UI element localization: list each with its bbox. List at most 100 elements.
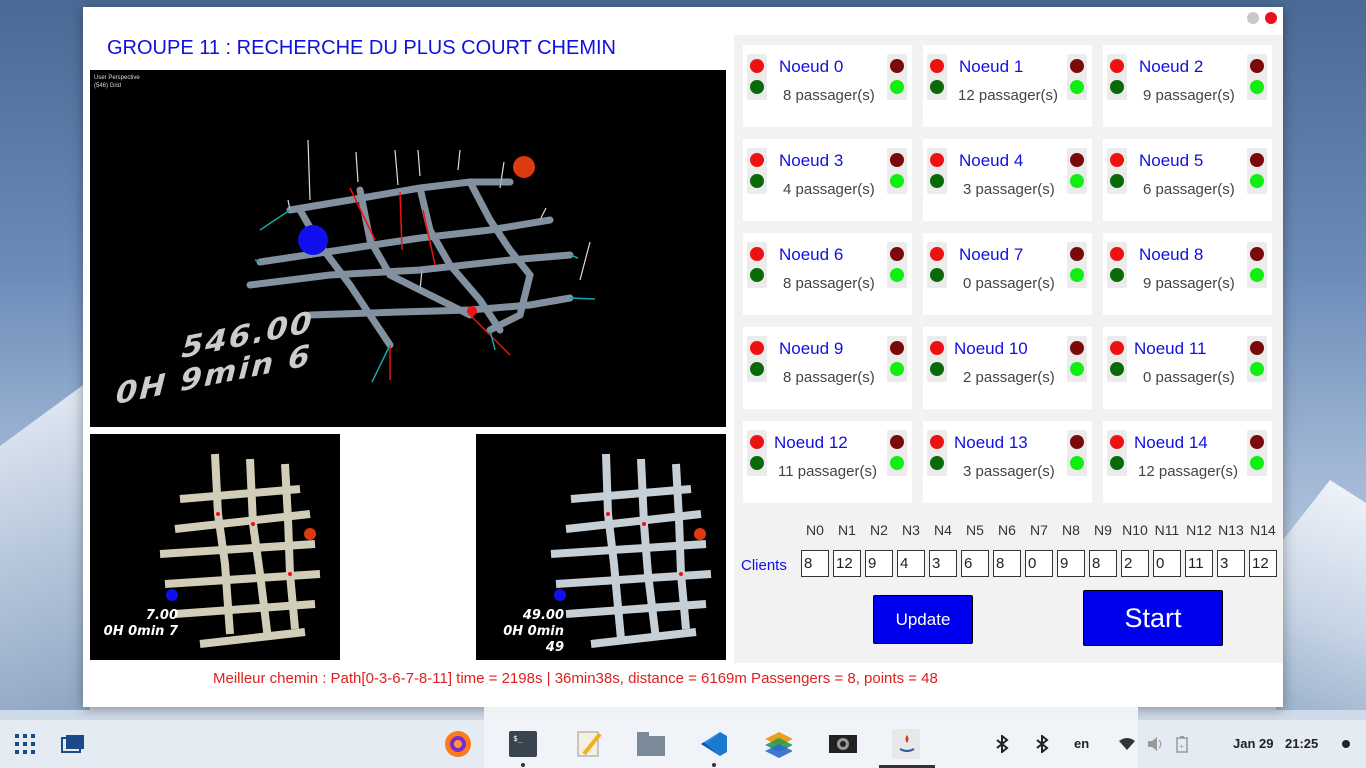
node-passenger-count: 8 passager(s): [783, 87, 875, 104]
right-2d-viewport[interactable]: 49.00 0H 0min 49: [476, 434, 726, 660]
screenshot-icon[interactable]: [829, 730, 857, 758]
volume-icon[interactable]: [1141, 730, 1169, 758]
close-button[interactable]: [1265, 12, 1277, 24]
node-passenger-count: 9 passager(s): [1143, 275, 1235, 292]
client-column-header: N11: [1154, 522, 1180, 538]
green-status-light: [930, 80, 944, 94]
dark-red-status-light: [890, 247, 904, 261]
text-editor-icon[interactable]: [575, 730, 603, 758]
client-count-input[interactable]: [833, 550, 861, 577]
bright-green-status-light: [1250, 80, 1264, 94]
layers-app-icon[interactable]: [764, 730, 792, 758]
node-card: Noeud 7 0 passager(s): [923, 233, 1092, 315]
client-count-input[interactable]: [1153, 550, 1181, 577]
client-count-input[interactable]: [897, 550, 925, 577]
firefox-icon[interactable]: [444, 730, 472, 758]
svg-text:$_: $_: [513, 734, 523, 743]
terminal-icon[interactable]: $_: [509, 730, 537, 758]
right-score-overlay: 49.00 0H 0min 49: [484, 608, 564, 656]
client-column-header: N6: [998, 522, 1016, 538]
node-status-right: [1247, 336, 1267, 382]
client-count-input[interactable]: [1249, 550, 1277, 577]
bluetooth-secondary-icon[interactable]: [1028, 730, 1056, 758]
bright-green-status-light: [1070, 174, 1084, 188]
node-name: Noeud 12: [774, 433, 848, 452]
red-status-light: [930, 341, 944, 355]
app-window: GROUPE 11 : RECHERCHE DU PLUS COURT CHEM…: [83, 7, 1283, 707]
client-column-header: N13: [1218, 522, 1244, 538]
node-card: Noeud 9 8 passager(s): [743, 327, 912, 409]
node-card: Noeud 12 11 passager(s): [743, 421, 912, 503]
red-status-light: [1110, 247, 1124, 261]
node-status-left: [1107, 242, 1127, 288]
update-button[interactable]: Update: [873, 595, 973, 644]
wallpaper-mountain-right: [1276, 480, 1366, 710]
bright-green-status-light: [1250, 456, 1264, 470]
bright-green-status-light: [1070, 80, 1084, 94]
battery-icon[interactable]: +: [1168, 730, 1196, 758]
client-count-input[interactable]: [929, 550, 957, 577]
client-count-input[interactable]: [1025, 550, 1053, 577]
node-passenger-count: 12 passager(s): [1138, 463, 1239, 480]
main-3d-viewport[interactable]: User Perspective (546) Grid 546.00 0H 9m…: [90, 70, 726, 427]
node-card: Noeud 1 12 passager(s): [923, 45, 1092, 127]
notification-dot-icon[interactable]: [1332, 730, 1360, 758]
client-column-header: N5: [966, 522, 984, 538]
client-count-input[interactable]: [865, 550, 893, 577]
windows-icon[interactable]: [59, 730, 87, 758]
node-name: Noeud 11: [1134, 339, 1207, 358]
node-name: Noeud 13: [954, 433, 1028, 452]
node-status-right: [887, 242, 907, 288]
left-2d-viewport[interactable]: 7.00 0H 0min 7: [90, 434, 340, 660]
node-status-left: [927, 242, 947, 288]
node-name: Noeud 4: [959, 151, 1024, 170]
client-column-header: N7: [1030, 522, 1048, 538]
node-card: Noeud 4 3 passager(s): [923, 139, 1092, 221]
node-passenger-count: 12 passager(s): [958, 87, 1059, 104]
language-indicator[interactable]: en: [1074, 736, 1089, 751]
green-status-light: [750, 268, 764, 282]
dark-red-status-light: [1070, 153, 1084, 167]
dark-red-status-light: [1250, 59, 1264, 73]
clock-time[interactable]: 21:25: [1285, 736, 1318, 751]
node-status-left: [1107, 336, 1127, 382]
node-status-left: [747, 430, 767, 476]
client-count-input[interactable]: [993, 550, 1021, 577]
java-icon[interactable]: [892, 729, 920, 759]
red-status-light: [1110, 59, 1124, 73]
clock-date[interactable]: Jan 29: [1233, 736, 1273, 751]
minimize-button[interactable]: [1247, 12, 1259, 24]
best-path-result: Meilleur chemin : Path[0-3-6-7-8-11] tim…: [213, 670, 938, 687]
node-card: Noeud 0 8 passager(s): [743, 45, 912, 127]
files-icon[interactable]: [637, 730, 665, 758]
green-status-light: [930, 456, 944, 470]
client-count-input[interactable]: [961, 550, 989, 577]
green-status-light: [750, 174, 764, 188]
red-status-light: [1110, 153, 1124, 167]
vscode-icon[interactable]: [700, 730, 728, 758]
bright-green-status-light: [890, 80, 904, 94]
red-status-light: [750, 341, 764, 355]
apps-grid-icon[interactable]: [11, 730, 39, 758]
bright-green-status-light: [1250, 174, 1264, 188]
node-status-left: [927, 430, 947, 476]
client-count-input[interactable]: [1185, 550, 1213, 577]
client-count-input[interactable]: [1121, 550, 1149, 577]
green-status-light: [930, 174, 944, 188]
client-count-input[interactable]: [801, 550, 829, 577]
node-name: Noeud 0: [779, 57, 844, 76]
client-count-input[interactable]: [1217, 550, 1245, 577]
node-name: Noeud 1: [959, 57, 1024, 76]
node-card: Noeud 5 6 passager(s): [1103, 139, 1272, 221]
node-passenger-count: 0 passager(s): [1143, 369, 1235, 386]
dark-red-status-light: [1070, 59, 1084, 73]
bluetooth-icon[interactable]: [988, 730, 1016, 758]
node-name: Noeud 8: [1139, 245, 1204, 264]
bright-green-status-light: [890, 174, 904, 188]
client-count-input[interactable]: [1089, 550, 1117, 577]
start-button[interactable]: Start: [1083, 590, 1223, 646]
client-count-input[interactable]: [1057, 550, 1085, 577]
wifi-icon[interactable]: [1113, 730, 1141, 758]
node-status-right: [887, 430, 907, 476]
dark-red-status-light: [890, 341, 904, 355]
